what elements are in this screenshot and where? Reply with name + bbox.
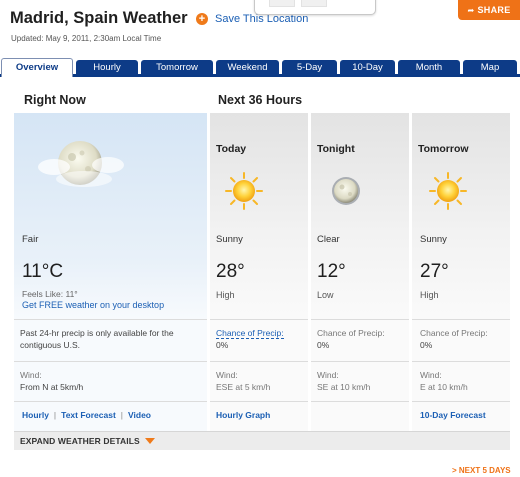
wind-label: Wind: (216, 370, 238, 380)
precip-info: Chance of Precip: 0% (317, 327, 385, 351)
forecast-condition: Clear (317, 234, 340, 245)
tab-map[interactable]: Map (463, 60, 517, 75)
dropdown-fragment (254, 0, 376, 15)
wind-label: Wind: (20, 370, 42, 380)
forecast-condition: Sunny (216, 234, 243, 245)
updated-timestamp: Updated: May 9, 2011, 2:30am Local Time (11, 34, 162, 43)
wind-label: Wind: (420, 370, 442, 380)
sun-icon (224, 171, 264, 216)
precip-label: Chance of Precip: (420, 328, 488, 338)
share-button[interactable]: ➦ SHARE (458, 0, 520, 20)
wind-info: Wind: ESE at 5 km/h (216, 369, 270, 393)
forecast-today-panel: Today Sunny 28° High Chance of Precip: 0… (210, 113, 308, 450)
wind-row: Wind: From N at 5km/h (14, 361, 207, 401)
precip-row: Chance of Precip: 0% (210, 319, 308, 361)
forecast-condition: Sunny (420, 234, 447, 245)
links-row (311, 401, 409, 423)
precip-row: Past 24-hr precip is only available for … (14, 319, 207, 361)
wind-info: Wind: From N at 5km/h (20, 369, 83, 393)
period-label: Tomorrow (418, 143, 469, 155)
text-forecast-link[interactable]: Text Forecast (61, 410, 116, 420)
wind-value: SE at 10 km/h (317, 382, 371, 392)
wind-info: Wind: E at 10 km/h (420, 369, 468, 393)
dropdown-slot (269, 0, 295, 7)
temp-type: Low (317, 290, 334, 300)
wind-info: Wind: SE at 10 km/h (317, 369, 370, 393)
tab-tomorrow[interactable]: Tomorrow (141, 60, 213, 75)
tab-overview[interactable]: Overview (1, 58, 73, 77)
feels-like: Feels Like: 11° (22, 289, 78, 299)
precip-row: Chance of Precip: 0% (311, 319, 409, 361)
forecast-temp: 28° (216, 261, 245, 282)
forecast-tomorrow-panel: Tomorrow Sunny 27° High Chance of Precip… (412, 113, 510, 450)
precip-value: 0% (420, 340, 433, 350)
period-label: Tonight (317, 143, 355, 155)
moon-icon (328, 173, 364, 214)
wind-label: Wind: (317, 370, 339, 380)
wind-row: Wind: ESE at 5 km/h (210, 361, 308, 401)
share-arrow-icon: ➦ (467, 5, 475, 15)
now-links: Hourly | Text Forecast | Video (22, 410, 151, 420)
hourly-graph-link[interactable]: Hourly Graph (216, 410, 270, 420)
precip-value: 0% (216, 340, 229, 350)
current-condition: Fair (22, 234, 39, 245)
wind-value: ESE at 5 km/h (216, 382, 271, 392)
expand-weather-details-button[interactable]: EXPAND WEATHER DETAILS (14, 431, 510, 450)
precip-note: Past 24-hr precip is only available for … (20, 328, 174, 350)
wind-value: From N at 5km/h (20, 382, 84, 392)
tab-5-day[interactable]: 5-Day (282, 60, 337, 75)
wind-row: Wind: SE at 10 km/h (311, 361, 409, 401)
plus-icon: + (196, 13, 208, 25)
video-link[interactable]: Video (128, 410, 151, 420)
forecast-temp: 12° (317, 261, 346, 282)
tab-10-day[interactable]: 10-Day (340, 60, 395, 75)
temp-type: High (216, 290, 235, 300)
tab-weekend[interactable]: Weekend (216, 60, 279, 75)
current-temp: 11°C (22, 261, 64, 282)
tab-hourly[interactable]: Hourly (76, 60, 138, 75)
temp-type: High (420, 290, 439, 300)
precip-info: Chance of Precip: 0% (420, 327, 488, 351)
forecast-temp: 27° (420, 261, 449, 282)
forecast-tonight-panel: Tonight Clear 12° Low Chance of Precip: … (311, 113, 409, 450)
link-separator: | (53, 410, 57, 420)
expand-label: EXPAND WEATHER DETAILS (20, 436, 140, 446)
precip-info: Chance of Precip: 0% (216, 327, 284, 351)
next-5-days-link[interactable]: > NEXT 5 DAYS (452, 466, 511, 475)
wind-value: E at 10 km/h (420, 382, 468, 392)
next-36-heading: Next 36 Hours (218, 93, 303, 107)
link-separator: | (120, 410, 123, 420)
sun-icon (428, 171, 468, 216)
precip-label: Chance of Precip: (317, 328, 385, 338)
get-free-weather-link[interactable]: Get FREE weather on your desktop (22, 300, 164, 310)
period-label: Today (216, 143, 247, 155)
10-day-forecast-link[interactable]: 10-Day Forecast (420, 410, 486, 420)
precip-row: Chance of Precip: 0% (412, 319, 510, 361)
dropdown-slot (301, 0, 327, 7)
share-label: SHARE (477, 5, 511, 15)
feels-like-label: Feels Like: (22, 289, 64, 299)
right-now-heading: Right Now (24, 93, 86, 107)
tab-month[interactable]: Month (398, 60, 460, 75)
precip-value: 0% (317, 340, 330, 350)
forecast-tabs: Overview Hourly Tomorrow Weekend 5-Day 1… (0, 58, 520, 77)
page-title: Madrid, Spain Weather (10, 9, 188, 27)
chance-of-precip-link[interactable]: Chance of Precip: (216, 328, 284, 339)
cloudy-moon-icon (36, 129, 126, 204)
hourly-link[interactable]: Hourly (22, 410, 49, 420)
feels-like-value: 11° (65, 289, 78, 299)
wind-row: Wind: E at 10 km/h (412, 361, 510, 401)
triangle-down-icon (144, 438, 155, 444)
right-now-panel: Fair 11°C Feels Like: 11° Get FREE weath… (14, 113, 207, 450)
